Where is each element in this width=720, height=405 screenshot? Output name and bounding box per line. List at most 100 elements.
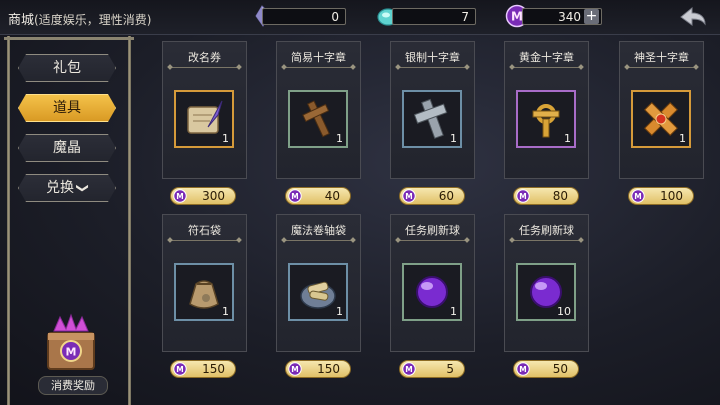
magic-coin-icon: M bbox=[173, 189, 187, 203]
item-card-scroll-bag[interactable]: 魔法卷轴袋 1 bbox=[276, 214, 361, 352]
back-arrow-icon[interactable] bbox=[678, 5, 708, 29]
item-name: 任务刷新球 bbox=[405, 224, 460, 237]
item-card-silver-cross[interactable]: 银制十字章 1 bbox=[390, 41, 475, 179]
chevron-down-icon: ❯ bbox=[76, 182, 90, 194]
price-value: 50 bbox=[552, 362, 568, 376]
price-value: 60 bbox=[438, 189, 454, 203]
card-divider bbox=[513, 240, 580, 241]
item-slot[interactable]: 1 bbox=[402, 263, 462, 321]
svg-text:M: M bbox=[405, 365, 412, 374]
magic-coin-icon: M bbox=[516, 189, 530, 203]
item-quantity: 1 bbox=[222, 305, 229, 318]
reward-chest-icon[interactable]: M bbox=[40, 313, 102, 375]
tab-items[interactable]: 道具 bbox=[18, 94, 116, 122]
item-slot[interactable]: 1 bbox=[174, 263, 234, 321]
card-divider bbox=[628, 67, 695, 68]
add-coin-button[interactable]: + bbox=[584, 9, 599, 24]
price-button[interactable]: M 150 bbox=[285, 360, 351, 378]
silver-cross-icon bbox=[413, 98, 448, 139]
item-card-refresh-orb[interactable]: 任务刷新球 1 bbox=[390, 214, 475, 352]
holy-cross-icon bbox=[644, 102, 678, 136]
price-button[interactable]: M 5 bbox=[399, 360, 465, 378]
magic-coin-icon: M bbox=[516, 362, 530, 376]
scroll-quill-icon bbox=[187, 100, 223, 134]
item-name: 魔法卷轴袋 bbox=[291, 224, 346, 237]
item-card-refresh-orb-x10[interactable]: 任务刷新球 10 bbox=[504, 214, 589, 352]
svg-text:M: M bbox=[176, 192, 183, 201]
item-card-gold-cross[interactable]: 黄金十字章 1 bbox=[504, 41, 589, 179]
price-value: 150 bbox=[317, 362, 340, 376]
item-quantity: 1 bbox=[679, 132, 686, 145]
left-frame-border bbox=[7, 36, 10, 405]
item-quantity: 10 bbox=[557, 305, 571, 318]
card-divider bbox=[171, 240, 238, 241]
item-slot[interactable]: 1 bbox=[402, 90, 462, 148]
tab-gift-pack[interactable]: 礼包 bbox=[18, 54, 116, 82]
magic-coin-icon: M bbox=[288, 189, 302, 203]
svg-text:M: M bbox=[176, 365, 183, 374]
item-name: 神圣十字章 bbox=[634, 51, 689, 64]
price-value: 150 bbox=[202, 362, 225, 376]
item-card-rune-bag[interactable]: 符石袋 1 bbox=[162, 214, 247, 352]
item-card-rename-ticket[interactable]: 改名券 1 bbox=[162, 41, 247, 179]
item-slot[interactable]: 1 bbox=[288, 90, 348, 148]
price-value: 40 bbox=[324, 189, 340, 203]
price-value: 100 bbox=[660, 189, 683, 203]
price-button[interactable]: M 300 bbox=[170, 187, 236, 205]
left-frame-divider bbox=[128, 36, 131, 405]
svg-text:M: M bbox=[519, 192, 526, 201]
price-button[interactable]: M 150 bbox=[170, 360, 236, 378]
price-button[interactable]: M 80 bbox=[513, 187, 579, 205]
price-value: 300 bbox=[202, 189, 225, 203]
item-slot[interactable]: 1 bbox=[288, 263, 348, 321]
rune-bag-icon bbox=[189, 280, 219, 309]
item-name: 符石袋 bbox=[188, 224, 221, 237]
item-quantity: 1 bbox=[450, 132, 457, 145]
spending-reward-label[interactable]: 消费奖励 bbox=[38, 376, 108, 395]
card-divider bbox=[171, 67, 238, 68]
card-divider bbox=[513, 67, 580, 68]
svg-text:M: M bbox=[634, 192, 641, 201]
item-name: 银制十字章 bbox=[405, 51, 460, 64]
svg-text:M: M bbox=[519, 365, 526, 374]
item-card-holy-cross[interactable]: 神圣十字章 1 bbox=[619, 41, 704, 179]
card-divider bbox=[399, 240, 466, 241]
shop-title: 商城 bbox=[8, 13, 35, 28]
magic-coin-icon: M bbox=[402, 362, 416, 376]
item-name: 任务刷新球 bbox=[519, 224, 574, 237]
price-button[interactable]: M 50 bbox=[513, 360, 579, 378]
shop-subtitle: (适度娱乐，理性消费) bbox=[34, 13, 152, 27]
tab-magic-crystal[interactable]: 魔晶 bbox=[18, 134, 116, 162]
item-slot[interactable]: 1 bbox=[631, 90, 691, 148]
magic-coin-icon: M bbox=[288, 362, 302, 376]
magic-coin-icon: M bbox=[173, 362, 187, 376]
scroll-bag-icon bbox=[300, 281, 336, 309]
card-divider bbox=[285, 67, 352, 68]
item-name: 简易十字章 bbox=[291, 51, 346, 64]
magic-coin-icon: M bbox=[402, 189, 416, 203]
item-slot[interactable]: 1 bbox=[516, 90, 576, 148]
item-slot[interactable]: 10 bbox=[516, 263, 576, 321]
card-divider bbox=[285, 240, 352, 241]
gold-cross-icon bbox=[532, 104, 560, 138]
price-button[interactable]: M 40 bbox=[285, 187, 351, 205]
tab-exchange[interactable]: 兑换 ❯ bbox=[18, 174, 116, 202]
item-quantity: 1 bbox=[564, 132, 571, 145]
item-card-simple-cross[interactable]: 简易十字章 1 bbox=[276, 41, 361, 179]
item-quantity: 1 bbox=[450, 305, 457, 318]
price-value: 80 bbox=[552, 189, 568, 203]
price-button[interactable]: M 60 bbox=[399, 187, 465, 205]
item-slot[interactable]: 1 bbox=[174, 90, 234, 148]
price-value: 5 bbox=[446, 362, 454, 376]
item-name: 改名券 bbox=[188, 51, 221, 64]
item-quantity: 1 bbox=[336, 132, 343, 145]
svg-text:M: M bbox=[66, 346, 77, 359]
magic-coin-icon: M bbox=[631, 189, 645, 203]
svg-text:M: M bbox=[405, 192, 412, 201]
top-bar: 商城(适度娱乐，理性消费) 0 7 M 340 + bbox=[0, 0, 720, 35]
svg-text:M: M bbox=[291, 192, 298, 201]
item-quantity: 1 bbox=[222, 132, 229, 145]
price-button[interactable]: M 100 bbox=[628, 187, 694, 205]
wooden-cross-icon bbox=[302, 100, 330, 138]
frame-top-ornament bbox=[4, 37, 134, 40]
